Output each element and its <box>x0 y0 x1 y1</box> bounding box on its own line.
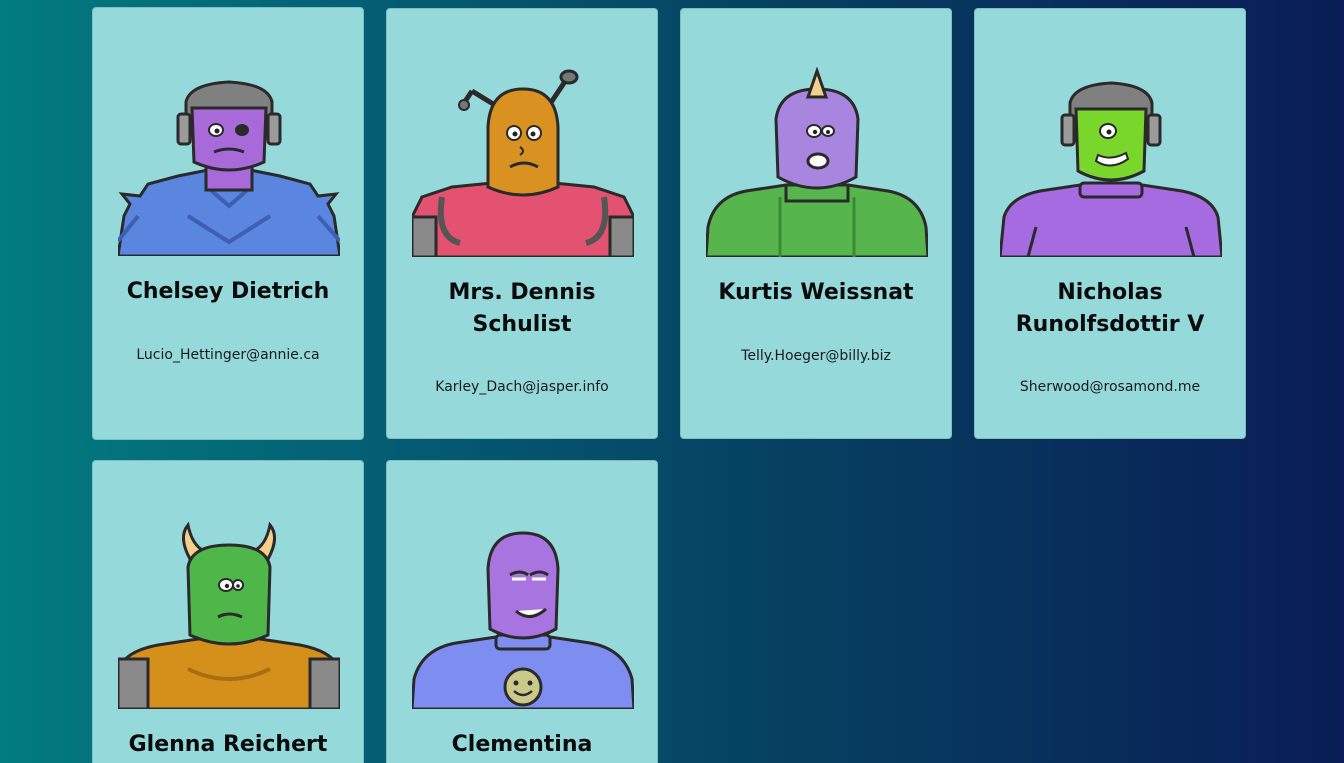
robot-helmet-avatar-icon <box>118 80 340 256</box>
monster-card[interactable]: Nicholas Runolfsdottir V Sherwood@rosamo… <box>974 8 1246 439</box>
robot-helmet-avatar-icon <box>1000 81 1222 257</box>
horned-cyclops-avatar-icon <box>706 67 928 257</box>
monster-card[interactable]: Glenna Reichert <box>92 460 364 763</box>
member-name: Kurtis Weissnat <box>718 280 914 305</box>
monster-card[interactable]: Clementina <box>386 460 658 763</box>
monster-card[interactable]: Kurtis Weissnat Telly.Hoeger@billy.biz <box>680 8 952 439</box>
horned-alien-avatar-icon <box>118 521 340 709</box>
member-name: Chelsey Dietrich <box>126 279 330 304</box>
member-name: Glenna Reichert <box>128 732 328 757</box>
member-name: Nicholas Runolfsdottir V <box>1015 280 1205 337</box>
member-email: Karley_Dach@jasper.info <box>435 379 609 395</box>
member-email: Telly.Hoeger@billy.biz <box>741 348 891 364</box>
member-name: Clementina <box>451 732 593 757</box>
monster-card[interactable]: Chelsey Dietrich Lucio_Hettinger@annie.c… <box>92 7 364 440</box>
smiley-shirt-alien-avatar-icon <box>412 531 634 709</box>
member-email: Lucio_Hettinger@annie.ca <box>136 347 320 363</box>
antenna-alien-avatar-icon <box>412 69 634 257</box>
member-email: Sherwood@rosamond.me <box>1019 379 1201 395</box>
member-name: Mrs. Dennis Schulist <box>448 280 596 337</box>
monster-card[interactable]: Mrs. Dennis Schulist Karley_Dach@jasper.… <box>386 8 658 439</box>
